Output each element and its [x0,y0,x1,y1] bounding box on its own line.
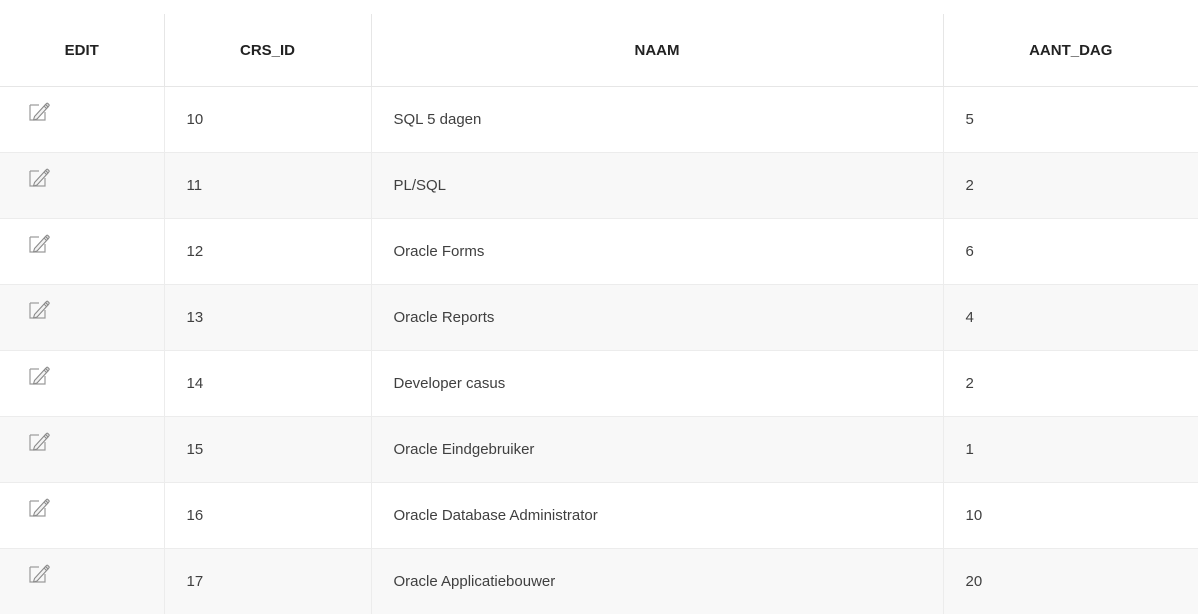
crs-id-cell: 12 [164,219,371,285]
table-row: 12Oracle Forms6 [0,219,1198,285]
aant-dag-cell: 2 [943,153,1198,219]
report-region: EDIT CRS_ID NAAM AANT_DAG 10SQL 5 dagen5… [0,14,1198,614]
table-header: EDIT CRS_ID NAAM AANT_DAG [0,14,1198,87]
aant-dag-cell: 5 [943,87,1198,153]
edit-cell [0,153,164,219]
edit-pencil-icon[interactable] [28,562,50,584]
aant-dag-cell: 1 [943,417,1198,483]
edit-pencil-icon[interactable] [28,496,50,518]
crs-id-cell: 11 [164,153,371,219]
aant-dag-cell: 4 [943,285,1198,351]
naam-cell: Oracle Applicatiebouwer [371,549,943,614]
aant-dag-cell: 2 [943,351,1198,417]
edit-cell [0,549,164,614]
crs-id-cell: 10 [164,87,371,153]
edit-cell [0,285,164,351]
table-row: 10SQL 5 dagen5 [0,87,1198,153]
column-header-edit[interactable]: EDIT [0,14,164,87]
naam-cell: Developer casus [371,351,943,417]
edit-link[interactable] [28,430,50,452]
naam-cell: Oracle Database Administrator [371,483,943,549]
edit-link[interactable] [28,100,50,122]
naam-cell: Oracle Eindgebruiker [371,417,943,483]
edit-cell [0,87,164,153]
edit-link[interactable] [28,364,50,386]
table-row: 14Developer casus2 [0,351,1198,417]
edit-cell [0,483,164,549]
column-header-crs-id[interactable]: CRS_ID [164,14,371,87]
edit-pencil-icon[interactable] [28,232,50,254]
crs-id-cell: 17 [164,549,371,614]
edit-cell [0,417,164,483]
edit-pencil-icon[interactable] [28,430,50,452]
edit-pencil-icon[interactable] [28,166,50,188]
table-row: 15Oracle Eindgebruiker1 [0,417,1198,483]
naam-cell: PL/SQL [371,153,943,219]
edit-cell [0,219,164,285]
table-body: 10SQL 5 dagen511PL/SQL212Oracle Forms613… [0,87,1198,614]
courses-table: EDIT CRS_ID NAAM AANT_DAG 10SQL 5 dagen5… [0,14,1198,614]
naam-cell: Oracle Forms [371,219,943,285]
crs-id-cell: 13 [164,285,371,351]
edit-link[interactable] [28,562,50,584]
crs-id-cell: 15 [164,417,371,483]
aant-dag-cell: 10 [943,483,1198,549]
crs-id-cell: 14 [164,351,371,417]
column-header-naam[interactable]: NAAM [371,14,943,87]
edit-link[interactable] [28,298,50,320]
edit-pencil-icon[interactable] [28,100,50,122]
edit-pencil-icon[interactable] [28,364,50,386]
header-row: EDIT CRS_ID NAAM AANT_DAG [0,14,1198,87]
aant-dag-cell: 20 [943,549,1198,614]
edit-cell [0,351,164,417]
naam-cell: Oracle Reports [371,285,943,351]
table-row: 16Oracle Database Administrator10 [0,483,1198,549]
table-row: 17Oracle Applicatiebouwer20 [0,549,1198,614]
table-row: 13Oracle Reports4 [0,285,1198,351]
naam-cell: SQL 5 dagen [371,87,943,153]
aant-dag-cell: 6 [943,219,1198,285]
edit-link[interactable] [28,232,50,254]
table-row: 11PL/SQL2 [0,153,1198,219]
column-header-aant-dag[interactable]: AANT_DAG [943,14,1198,87]
crs-id-cell: 16 [164,483,371,549]
edit-link[interactable] [28,166,50,188]
edit-link[interactable] [28,496,50,518]
edit-pencil-icon[interactable] [28,298,50,320]
